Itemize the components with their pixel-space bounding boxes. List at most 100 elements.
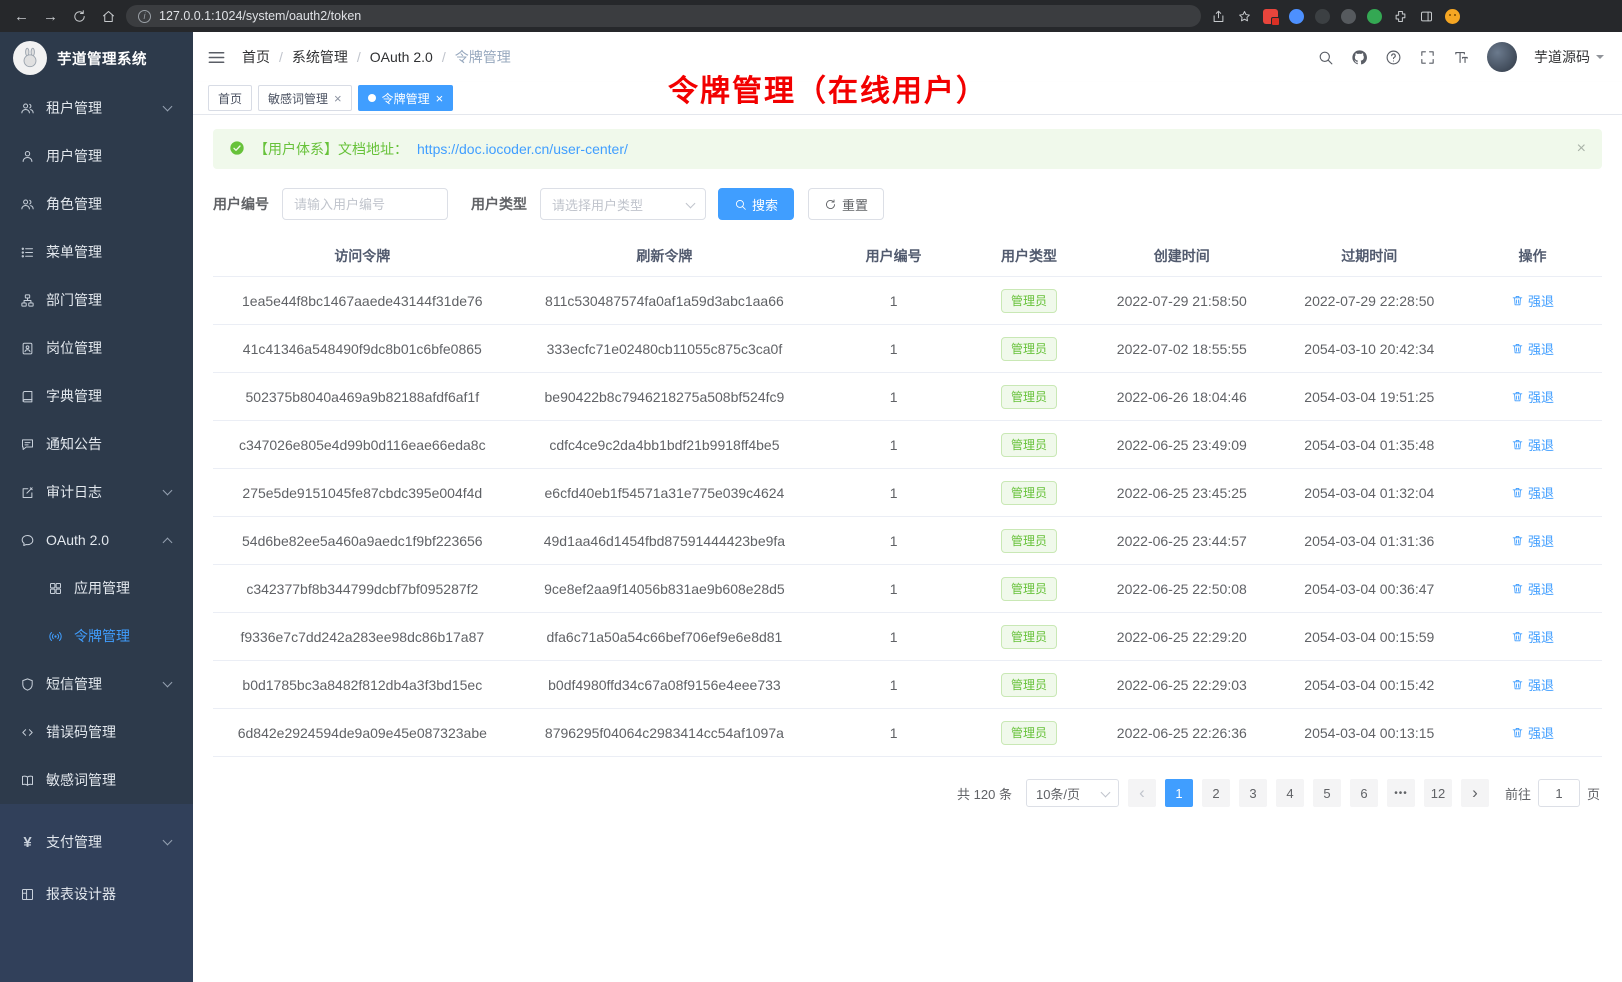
force-logout-button[interactable]: 强退 [1511,675,1554,694]
bookmark-star-icon[interactable] [1237,9,1252,24]
share-icon[interactable] [1211,9,1226,24]
sidebar-item-label: 应用管理 [74,578,130,598]
user-id-input[interactable] [282,188,448,220]
user-type-cell: 管理员 [970,673,1088,697]
prev-page-button[interactable]: ‹ [1128,779,1156,807]
page-button-2[interactable]: 2 [1202,779,1230,807]
reload-icon[interactable] [72,9,87,24]
extension-dark-icon[interactable] [1341,9,1356,24]
app-logo: 芋道管理系统 [0,32,193,84]
force-logout-button[interactable]: 强退 [1511,579,1554,598]
create-time-cell: 2022-06-25 22:29:20 [1088,629,1276,645]
force-logout-button[interactable]: 强退 [1511,723,1554,742]
layout-icon [20,887,35,902]
user-type-cell: 管理员 [970,289,1088,313]
extension-blue-icon[interactable] [1289,9,1304,24]
close-icon[interactable]: × [334,92,342,105]
force-logout-button[interactable]: 强退 [1511,291,1554,310]
close-icon[interactable]: × [436,92,444,105]
page-button-5[interactable]: 5 [1313,779,1341,807]
help-icon[interactable] [1385,49,1402,66]
extension-red-icon[interactable] [1263,9,1278,24]
sidebar-item-dict[interactable]: 字典管理 [0,372,193,420]
force-logout-button[interactable]: 强退 [1511,483,1554,502]
sidebar-item-audit-log[interactable]: 审计日志 [0,468,193,516]
user-avatar[interactable] [1487,42,1517,72]
extensions-puzzle-icon[interactable] [1393,9,1408,24]
reset-button[interactable]: 重置 [808,188,884,220]
breadcrumb-home[interactable]: 首页 [242,47,270,67]
back-icon[interactable]: ← [14,8,29,25]
doc-link[interactable]: https://doc.iocoder.cn/user-center/ [417,141,628,157]
caret-down-icon [1596,55,1604,63]
sidebar-item-sensitive-word[interactable]: 敏感词管理 [0,756,193,804]
sidebar-item-oauth-token[interactable]: 令牌管理 [0,612,193,660]
breadcrumb-oauth[interactable]: OAuth 2.0 [370,49,433,65]
sidebar-item-label: 菜单管理 [46,242,102,262]
expire-time-cell: 2054-03-04 00:36:47 [1276,581,1464,597]
tab-home[interactable]: 首页 [208,85,252,111]
side-panel-icon[interactable] [1419,9,1434,24]
browser-profile-avatar[interactable] [1445,9,1460,24]
page-button-4[interactable]: 4 [1276,779,1304,807]
user-menu[interactable]: 芋道源码 [1534,47,1604,67]
sidebar-item-menu[interactable]: 菜单管理 [0,228,193,276]
close-icon[interactable]: × [1577,140,1586,158]
page-button-1[interactable]: 1 [1165,779,1193,807]
page-button-12[interactable]: 12 [1424,779,1452,807]
home-icon[interactable] [101,9,116,24]
sidebar-item-oauth[interactable]: OAuth 2.0 [0,516,193,564]
goto-page-input[interactable] [1538,779,1580,807]
force-logout-button[interactable]: 强退 [1511,531,1554,550]
forward-icon[interactable]: → [43,8,58,25]
tab-sensitive-word[interactable]: 敏感词管理 × [258,85,352,111]
page-content: 【用户体系】文档地址： https://doc.iocoder.cn/user-… [193,115,1622,982]
page-button-3[interactable]: 3 [1239,779,1267,807]
expire-time-cell: 2054-03-04 01:31:36 [1276,533,1464,549]
sidebar-item-report-designer[interactable]: 报表设计器 [0,868,193,920]
tab-label: 敏感词管理 [268,90,328,107]
force-logout-button[interactable]: 强退 [1511,435,1554,454]
sidebar-item-sms[interactable]: 短信管理 [0,660,193,708]
force-logout-button[interactable]: 强退 [1511,627,1554,646]
sidebar-item-oauth-app[interactable]: 应用管理 [0,564,193,612]
next-page-button[interactable]: › [1461,779,1489,807]
sidebar-item-label: 错误码管理 [46,722,116,742]
sidebar-item-notice[interactable]: 通知公告 [0,420,193,468]
access-token-cell: c342377bf8b344799dcbf7bf095287f2 [213,581,512,597]
sidebar-item-dept[interactable]: 部门管理 [0,276,193,324]
sidebar-item-user[interactable]: 用户管理 [0,132,193,180]
force-logout-button[interactable]: 强退 [1511,387,1554,406]
create-time-cell: 2022-07-29 21:58:50 [1088,293,1276,309]
success-check-icon [229,140,245,159]
sidebar-item-role[interactable]: 角色管理 [0,180,193,228]
address-bar[interactable]: i 127.0.0.1:1024/system/oauth2/token [126,5,1201,27]
user-id-cell: 1 [817,581,970,597]
sidebar-item-post[interactable]: 岗位管理 [0,324,193,372]
top-navbar: 首页 / 系统管理 / OAuth 2.0 / 令牌管理 芋道源码 [193,32,1622,82]
more-pages-button[interactable]: ••• [1387,779,1415,807]
sidebar-item-pay[interactable]: ¥ 支付管理 [0,816,193,868]
sidebar-item-error-code[interactable]: 错误码管理 [0,708,193,756]
tab-token-management[interactable]: 令牌管理 × [358,85,454,111]
breadcrumb-system[interactable]: 系统管理 [292,47,348,67]
breadcrumb-separator: / [279,49,283,65]
extension-green-icon[interactable] [1367,9,1382,24]
expire-time-cell: 2054-03-04 00:13:15 [1276,725,1464,741]
trash-icon [1511,630,1524,643]
fullscreen-icon[interactable] [1419,49,1436,66]
sidebar-toggle-icon[interactable] [207,48,226,67]
user-type-select[interactable]: 请选择用户类型 [540,188,706,220]
sidebar-item-label: 角色管理 [46,194,102,214]
font-size-icon[interactable] [1453,49,1470,66]
site-info-icon[interactable]: i [138,10,151,23]
force-logout-button[interactable]: 强退 [1511,339,1554,358]
access-token-cell: f9336e7c7dd242a283ee98dc86b17a87 [213,629,512,645]
sidebar-item-tenant[interactable]: 租户管理 [0,84,193,132]
search-icon[interactable] [1317,49,1334,66]
extension-black-icon[interactable] [1315,9,1330,24]
github-icon[interactable] [1351,49,1368,66]
page-size-select[interactable]: 10条/页 [1026,779,1119,807]
search-button[interactable]: 搜索 [718,188,794,220]
page-button-6[interactable]: 6 [1350,779,1378,807]
